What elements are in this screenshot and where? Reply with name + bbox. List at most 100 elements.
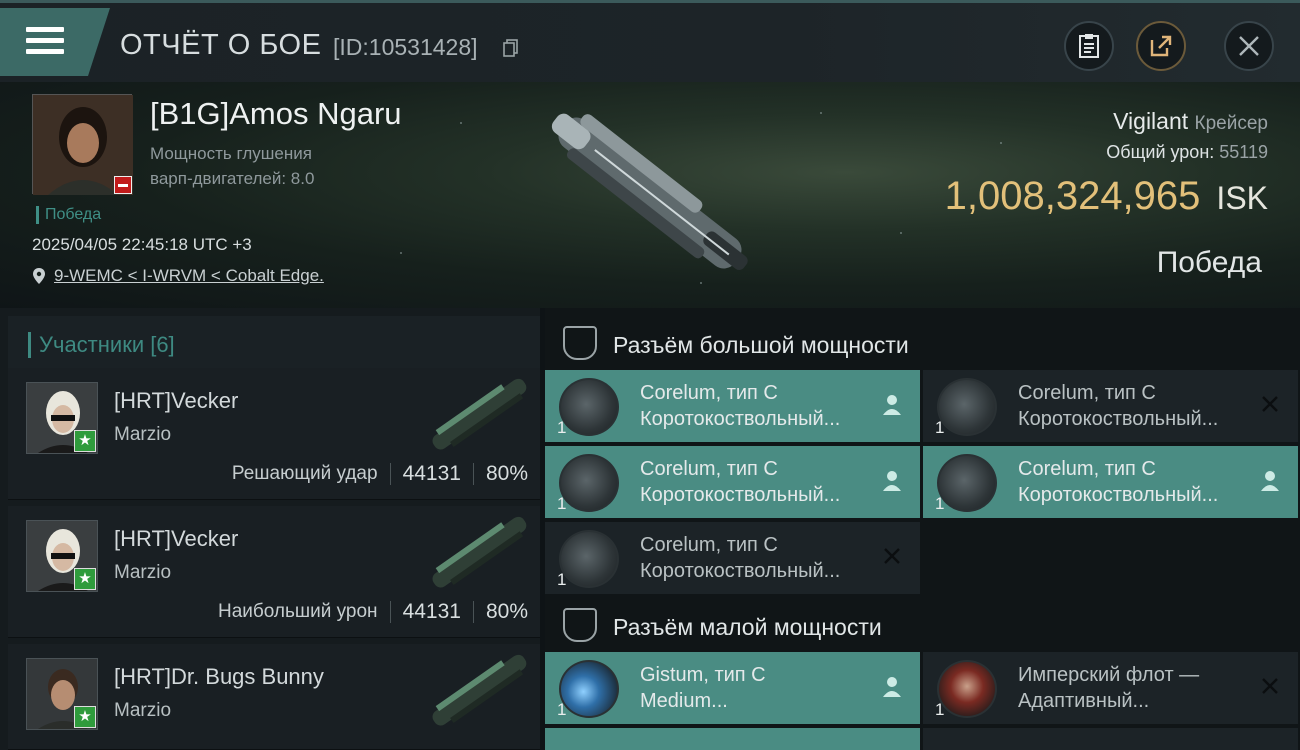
module-qty: 1 — [935, 494, 945, 513]
module-qty: 1 — [557, 418, 567, 437]
module-qty: 1 — [557, 494, 567, 513]
user-icon — [880, 394, 904, 418]
isk-value: 1,008,324,965 ISK — [945, 174, 1268, 219]
module-slot[interactable]: 1 Corelum, тип C Коротокоствольный... — [923, 446, 1298, 518]
module-slot[interactable]: 1 Corelum, тип C Коротокоствольный... — [545, 370, 920, 442]
kill-result: Победа — [1156, 246, 1262, 279]
share-button[interactable] — [1136, 21, 1186, 71]
ship-type[interactable]: Vigilant Крейсер — [1113, 108, 1268, 135]
module-slot[interactable]: 1 Corelum, тип C Коротокоствольный... — [923, 370, 1298, 442]
participant-row[interactable]: ★ [HRT]Dr. Bugs Bunny Marzio — [8, 644, 540, 750]
user-icon — [1258, 470, 1282, 494]
location[interactable]: 9-WEMC < I-WRVM < Cobalt Edge. — [32, 266, 324, 286]
module-subname: Коротокоствольный... — [1018, 484, 1219, 506]
module-subname: Коротокоствольный... — [640, 408, 841, 430]
top-bar: ОТЧЁТ О БОЕ [ID:10531428] — [0, 0, 1300, 82]
module-name: Corelum, тип C — [640, 382, 778, 404]
ship-name: Vigilant — [1113, 108, 1189, 134]
module-qty: 1 — [935, 418, 945, 437]
jam-strength-value: варп-двигателей: 8.0 — [150, 169, 315, 188]
participant-corp: Marzio — [114, 424, 172, 445]
participant-stats: Решающий удар 44131 80% — [232, 462, 528, 486]
participant-stats: Наибольший урон 44131 80% — [218, 600, 528, 624]
module-qty: 1 — [935, 700, 945, 719]
participant-role: Наибольший урон — [217, 601, 378, 622]
share-icon — [1150, 35, 1172, 57]
participant-percent: 80% — [485, 600, 528, 623]
participant-row[interactable]: ★ [HRT]Vecker Marzio Решающий удар 44131… — [8, 368, 540, 500]
participant-name[interactable]: [HRT]Dr. Bugs Bunny — [114, 664, 324, 690]
close-icon — [880, 546, 904, 570]
turret-icon — [559, 530, 619, 588]
participant-percent: 80% — [485, 462, 528, 485]
divider — [389, 601, 391, 623]
participant-ship-icon — [432, 654, 527, 726]
clipboard-icon — [1079, 34, 1099, 58]
total-damage-value: 55119 — [1219, 142, 1268, 162]
isk-amount: 1,008,324,965 — [944, 174, 1201, 218]
armor-module-icon — [937, 660, 997, 718]
low-slot-header: Разъём малой мощности — [545, 596, 1300, 652]
participant-corp: Marzio — [114, 562, 172, 583]
user-icon — [880, 676, 904, 700]
low-slot-title: Разъём малой мощности — [613, 614, 882, 640]
participant-damage: 44131 — [402, 600, 461, 623]
participants-panel: Участники [6] ★ [HRT]Vecker Marzio Решаю… — [0, 308, 540, 750]
module-subname: Коротокоствольный... — [640, 560, 841, 582]
star-badge-icon: ★ — [74, 430, 96, 452]
close-button[interactable] — [1224, 21, 1274, 71]
divider — [389, 463, 391, 485]
divider — [472, 463, 474, 485]
victim-name[interactable]: [B1G]Amos Ngaru — [150, 96, 402, 132]
isk-unit: ISK — [1216, 180, 1268, 216]
participant-ship-icon — [432, 516, 527, 588]
module-name: Gistum, тип C — [640, 664, 766, 686]
participant-name[interactable]: [HRT]Vecker — [114, 388, 238, 414]
total-damage: Общий урон: 55119 — [1106, 142, 1268, 163]
module-slot[interactable]: 1 Corelum, тип C Коротокоствольный... — [545, 522, 920, 594]
participant-row[interactable]: ★ [HRT]Vecker Marzio Наибольший урон 441… — [8, 506, 540, 638]
clipboard-button[interactable] — [1064, 21, 1114, 71]
location-link[interactable]: 9-WEMC < I-WRVM < Cobalt Edge. — [54, 266, 324, 286]
module-qty: 1 — [557, 700, 567, 719]
high-slot-title: Разъём большой мощности — [613, 332, 909, 358]
module-subname: Коротокоствольный... — [640, 484, 841, 506]
module-slot-partial[interactable] — [923, 728, 1298, 750]
high-slot-icon — [563, 326, 597, 360]
module-slot[interactable]: 1 Gistum, тип C Medium... — [545, 652, 920, 724]
module-slot-partial[interactable] — [545, 728, 920, 750]
participant-corp: Marzio — [114, 700, 172, 721]
fitting-panel: Разъём большой мощности 1 Corelum, тип C… — [545, 308, 1300, 750]
close-icon — [1239, 36, 1259, 56]
module-name: Corelum, тип C — [640, 534, 778, 556]
module-subname: Коротокоствольный... — [1018, 408, 1219, 430]
close-icon — [1258, 394, 1282, 418]
copy-icon[interactable] — [503, 39, 519, 57]
win-tag: Победа — [36, 206, 101, 224]
module-slot[interactable]: 1 Corelum, тип C Коротокоствольный... — [545, 446, 920, 518]
ship-image — [551, 113, 748, 270]
module-subname: Medium... — [640, 690, 728, 712]
module-name: Имперский флот — — [1018, 664, 1200, 686]
jam-strength-label: Мощность глушения — [150, 144, 312, 163]
user-icon — [880, 470, 904, 494]
kill-datetime: 2025/04/05 22:45:18 UTC +3 — [32, 235, 252, 254]
turret-icon — [559, 454, 619, 512]
star-badge-icon: ★ — [74, 568, 96, 590]
participant-name[interactable]: [HRT]Vecker — [114, 526, 238, 552]
module-name: Corelum, тип C — [1018, 382, 1156, 404]
module-slot[interactable]: 1 Имперский флот — Адаптивный... — [923, 652, 1298, 724]
total-damage-label: Общий урон: — [1106, 142, 1215, 162]
divider — [472, 601, 474, 623]
menu-icon[interactable] — [26, 27, 64, 57]
close-icon — [1258, 676, 1282, 700]
module-subname: Адаптивный... — [1018, 690, 1150, 712]
module-name: Corelum, тип C — [640, 458, 778, 480]
turret-icon — [937, 378, 997, 436]
ship-class: Крейсер — [1194, 113, 1268, 134]
module-name: Corelum, тип C — [1018, 458, 1156, 480]
participant-ship-icon — [432, 378, 527, 450]
participant-damage: 44131 — [402, 462, 461, 485]
turret-icon — [937, 454, 997, 512]
star-badge-icon: ★ — [74, 706, 96, 728]
